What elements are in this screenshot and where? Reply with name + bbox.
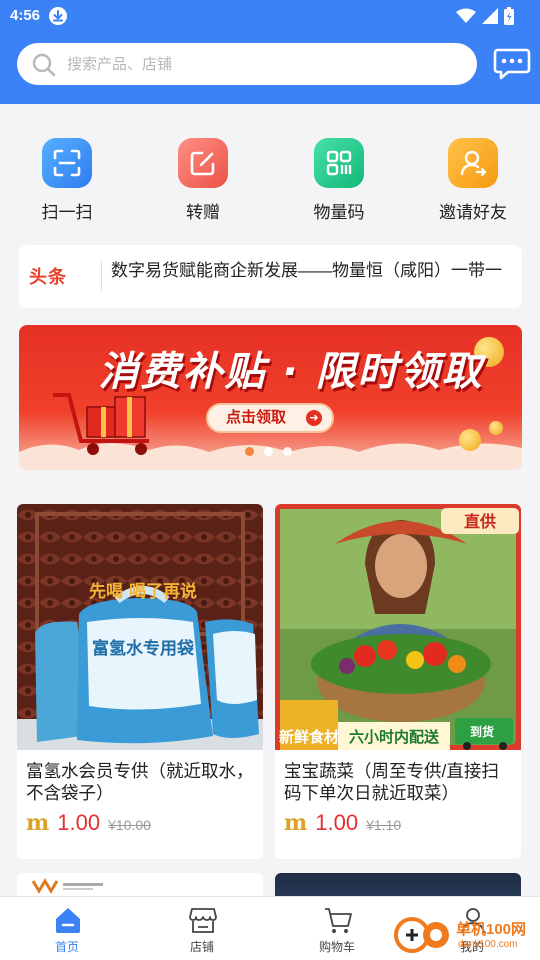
product-title[interactable]: 宝宝蔬菜（周至专供/直接扫码下单次日就近取菜） [284,760,512,804]
news-source-logo: 头条 [29,267,67,287]
carousel-dot[interactable] [283,447,292,456]
watermark-text: 单机100网 [456,921,527,938]
divider [101,261,102,291]
battery-icon [504,7,514,25]
quick-action-label: 扫一扫 [41,203,93,222]
carousel-dot[interactable] [264,447,273,456]
tab-store[interactable]: 店铺 [152,897,252,960]
status-icons [456,7,514,25]
invite-user-icon [448,138,498,188]
news-ticker[interactable]: 头条 数字易货赋能商企新发展——物量恒（咸阳）一带一 [19,245,522,308]
price-row: m 1.00 ¥1.10 [284,810,401,840]
product-price: 1.00 [57,810,101,835]
wifi-icon [456,8,476,23]
watermark-logo-icon [394,917,449,953]
image-caption-right: 六小时内配送 [349,728,440,746]
tab-home[interactable]: 首页 [17,897,117,960]
store-icon [189,908,217,933]
status-bar: 4:56 [0,0,540,32]
tab-label: 购物车 [318,940,355,954]
status-time: 4:56 [10,7,41,24]
watermark-subtext: danji100.com [458,939,518,950]
quick-action-invite[interactable]: 邀请好友 [418,138,528,224]
original-price: ¥1.10 [366,817,402,833]
download-icon [49,7,67,25]
product-card[interactable]: 直供 新鲜食材 六小时内配送 到货 宝宝蔬菜（周至专供/直接扫码下单次日就近取菜… [275,504,521,859]
banner-claim-button[interactable]: 点击领取 ➜ [206,403,334,433]
news-headline[interactable]: 数字易货赋能商企新发展——物量恒（咸阳）一带一 [111,259,516,283]
product-card[interactable]: 富氢水专用袋 先喝 喝了再说 富氢水会员专供（就近取水，不含袋子） m 1.00… [17,504,263,859]
image-caption-left: 新鲜食材 [279,728,339,746]
quick-action-qrcode[interactable]: 物量码 [284,138,394,224]
original-price: ¥10.00 [108,817,151,833]
cart-icon [325,908,352,933]
search-input[interactable] [67,43,457,85]
banner-title: 消费补贴 · 限时领取 [98,349,484,395]
bag-label: 富氢水专用袋 [92,638,195,659]
quick-action-label: 转赠 [186,203,220,222]
price-row: m 1.00 ¥10.00 [26,810,151,840]
quick-action-label: 物量码 [313,203,365,222]
carousel-dot[interactable] [245,447,254,456]
carousel-indicators [245,447,292,456]
tab-cart[interactable]: 购物车 [287,897,387,960]
promo-banner[interactable]: 消费补贴 · 限时领取 点击领取 ➜ [19,325,522,470]
coin-icon [489,421,503,435]
product-image: 直供 新鲜食材 六小时内配送 到货 [275,504,521,750]
product-title[interactable]: 富氢水会员专供（就近取水，不含袋子） [26,760,254,804]
quick-action-transfer[interactable]: 转赠 [148,138,258,224]
tab-label: 首页 [54,940,79,954]
scan-icon [42,138,92,188]
tab-label: 店铺 [189,940,214,954]
arrow-right-icon: ➜ [306,410,322,426]
points-currency-icon: m [26,810,50,836]
image-caption: 先喝 喝了再说 [89,581,197,602]
truck-label: 到货 [470,724,494,739]
edit-share-icon [178,138,228,188]
coin-icon [459,429,481,451]
product-image: 富氢水专用袋 先喝 喝了再说 [17,504,263,750]
qr-code-icon [314,138,364,188]
quick-action-scan[interactable]: 扫一扫 [12,138,122,224]
site-watermark: 单机100网 danji100.com [392,915,538,955]
banner-cta-label: 点击领取 [226,409,287,426]
search-bar[interactable] [17,43,477,85]
home-icon [56,908,80,933]
product-price: 1.00 [315,810,359,835]
direct-supply-badge: 直供 [464,512,496,531]
search-icon [32,53,56,77]
quick-action-label: 邀请好友 [439,203,507,222]
message-icon[interactable] [493,48,531,80]
signal-icon [482,8,498,24]
points-currency-icon: m [284,810,308,836]
